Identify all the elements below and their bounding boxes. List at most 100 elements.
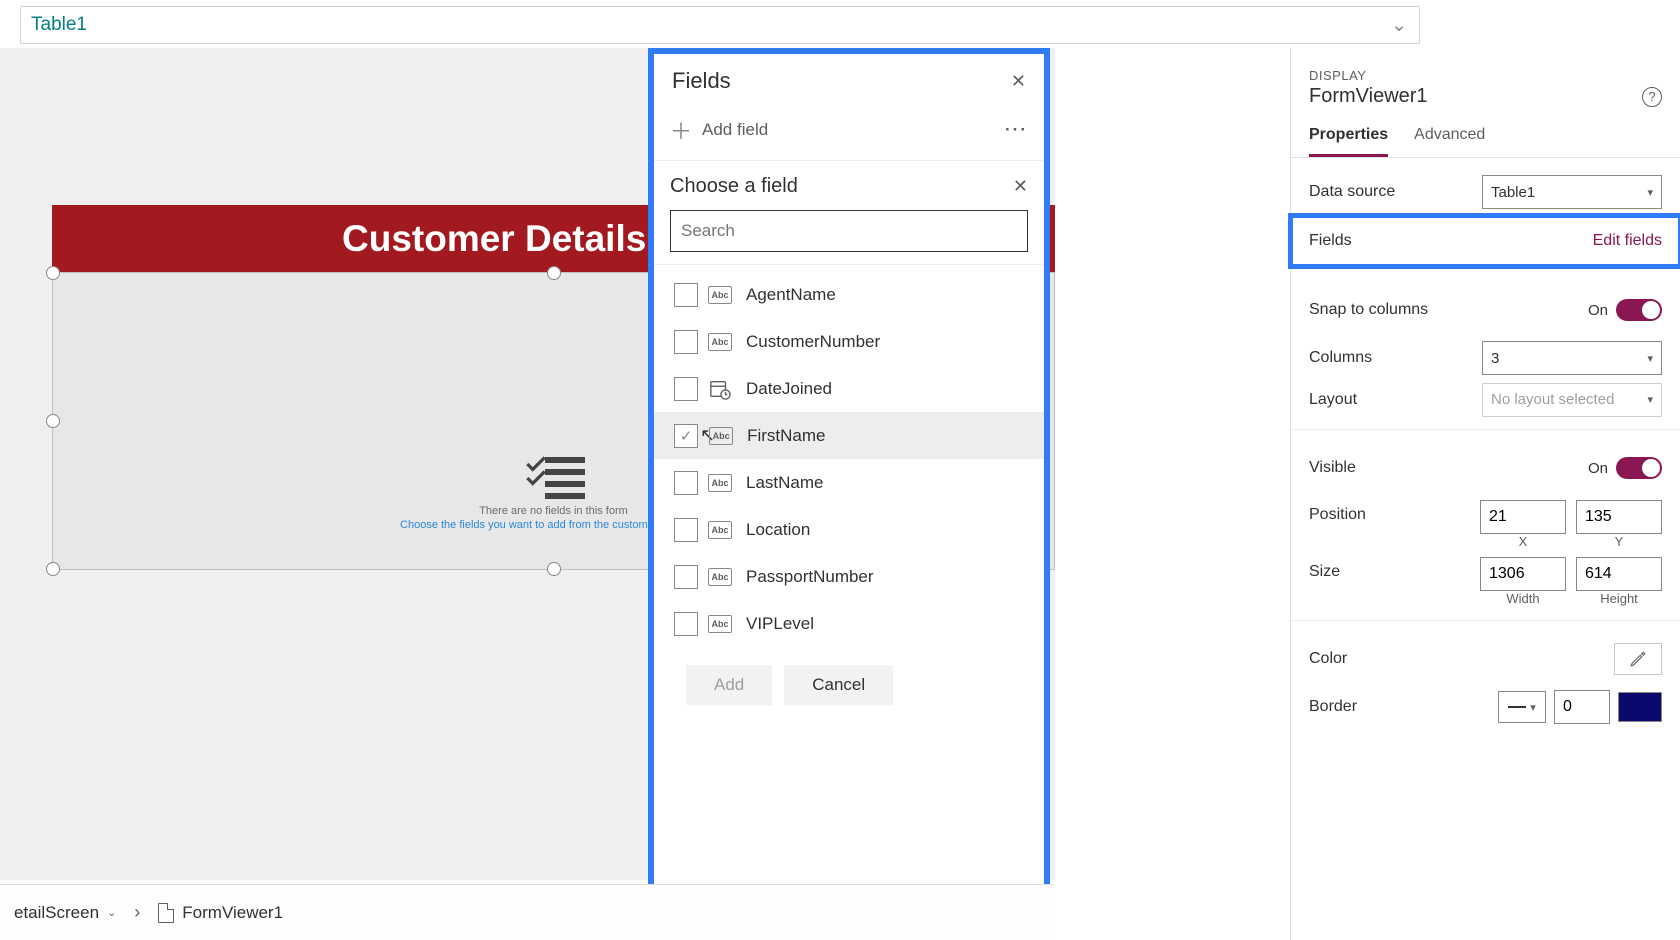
checkbox[interactable]	[674, 283, 698, 307]
border-width-input[interactable]	[1554, 690, 1610, 724]
size-w-label: Width	[1480, 591, 1566, 606]
field-row-customernumber[interactable]: AbcCustomerNumber	[654, 318, 1044, 365]
chevron-down-icon: ▾	[1530, 701, 1536, 714]
tab-advanced[interactable]: Advanced	[1414, 120, 1485, 157]
chevron-down-icon[interactable]: ⌄	[107, 906, 116, 919]
cancel-button[interactable]: Cancel	[784, 665, 893, 705]
field-row-datejoined[interactable]: DateJoined	[654, 365, 1044, 412]
border-color-swatch[interactable]	[1618, 692, 1662, 722]
columns-select[interactable]: 3 ▾	[1482, 341, 1662, 375]
field-label: Location	[746, 520, 810, 540]
field-label: AgentName	[746, 285, 836, 305]
help-icon[interactable]: ?	[1642, 87, 1662, 107]
field-label: LastName	[746, 473, 823, 493]
file-icon	[158, 903, 174, 923]
choose-field-popup: Choose a field ✕ Abc AgentName AbcCustomer…	[654, 161, 1044, 723]
text-type-icon: Abc	[708, 333, 732, 351]
field-row-location[interactable]: Abc Location	[654, 506, 1044, 553]
field-row-passportnumber[interactable]: Abc PassportNumber	[654, 553, 1044, 600]
size-label: Size	[1309, 557, 1340, 581]
color-picker[interactable]	[1614, 643, 1662, 675]
field-row-firstname[interactable]: ✓↖AbcFirstName	[654, 412, 1044, 459]
text-type-icon: Abc	[708, 521, 732, 539]
selection-handle[interactable]	[46, 266, 60, 280]
position-y-label: Y	[1576, 534, 1662, 549]
plus-icon: ＋	[670, 114, 692, 146]
layout-value: No layout selected	[1491, 391, 1614, 408]
add-field-label: Add field	[702, 120, 768, 140]
properties-panel: DISPLAY FormViewer1 ? Properties Advance…	[1290, 48, 1680, 940]
selection-handle[interactable]	[547, 266, 561, 280]
size-h-label: Height	[1576, 591, 1662, 606]
section-label: DISPLAY	[1291, 48, 1680, 85]
selection-handle[interactable]	[547, 562, 561, 576]
text-type-icon: Abc	[708, 286, 732, 304]
selection-handle[interactable]	[46, 414, 60, 428]
checkbox[interactable]	[674, 565, 698, 589]
datasource-value: Table1	[1491, 184, 1535, 201]
fields-panel: Fields ✕ ＋ Add field ··· Choose a field …	[648, 48, 1050, 940]
more-icon[interactable]: ···	[1005, 120, 1028, 140]
formula-bar[interactable]: Table1 ⌄	[20, 6, 1420, 44]
visible-label: Visible	[1309, 459, 1356, 477]
position-label: Position	[1309, 500, 1366, 524]
text-type-icon: Abc	[708, 568, 732, 586]
field-label: FirstName	[747, 426, 825, 446]
text-type-icon: Abc	[709, 427, 733, 445]
control-name: FormViewer1	[1309, 85, 1428, 108]
checkbox[interactable]	[674, 330, 698, 354]
columns-value: 3	[1491, 350, 1499, 367]
formula-value: Table1	[31, 14, 87, 36]
color-label: Color	[1309, 650, 1347, 668]
close-icon[interactable]: ✕	[1013, 176, 1028, 197]
tab-properties[interactable]: Properties	[1309, 120, 1388, 157]
border-style-select[interactable]: ▾	[1498, 691, 1546, 723]
snap-label: Snap to columns	[1309, 301, 1428, 319]
visible-toggle[interactable]	[1616, 457, 1662, 479]
position-x-label: X	[1480, 534, 1566, 549]
datasource-select[interactable]: Table1 ▾	[1482, 175, 1662, 209]
chevron-down-icon[interactable]: ⌄	[1391, 14, 1407, 37]
field-label: VIPLevel	[746, 614, 814, 634]
chevron-down-icon: ▾	[1647, 352, 1653, 365]
snap-toggle[interactable]	[1616, 299, 1662, 321]
size-h-input[interactable]	[1576, 557, 1662, 591]
selection-handle[interactable]	[46, 562, 60, 576]
checkbox[interactable]	[674, 612, 698, 636]
field-label: PassportNumber	[746, 567, 874, 587]
chevron-down-icon: ▾	[1647, 393, 1653, 406]
position-x-input[interactable]	[1480, 500, 1566, 534]
field-row-agentname[interactable]: Abc AgentName	[654, 271, 1044, 318]
date-icon	[708, 380, 732, 398]
field-row-viplevel[interactable]: Abc VIPLevel	[654, 600, 1044, 647]
divider	[654, 264, 1044, 265]
form-title: Customer Details	[342, 218, 646, 260]
field-list: Abc AgentName AbcCustomerNumber DateJoined ✓…	[654, 271, 1044, 647]
crumb-screen[interactable]: etailScreen ⌄	[0, 903, 130, 923]
fields-label: Fields	[1309, 232, 1352, 250]
snap-value: On	[1588, 302, 1608, 319]
size-w-input[interactable]	[1480, 557, 1566, 591]
checkbox[interactable]: ✓	[674, 424, 698, 448]
checkbox[interactable]	[674, 518, 698, 542]
add-button[interactable]: Add	[686, 665, 772, 705]
field-row-lastname[interactable]: Abc LastName	[654, 459, 1044, 506]
choose-title: Choose a field	[670, 175, 798, 198]
chevron-down-icon: ▾	[1647, 186, 1653, 199]
text-type-icon: Abc	[708, 615, 732, 633]
crumb-control[interactable]: FormViewer1	[144, 903, 297, 923]
search-input[interactable]	[670, 210, 1028, 252]
columns-label: Columns	[1309, 349, 1372, 367]
border-label: Border	[1309, 698, 1357, 716]
position-y-input[interactable]	[1576, 500, 1662, 534]
checkbox[interactable]	[674, 377, 698, 401]
visible-value: On	[1588, 460, 1608, 477]
breadcrumb-separator: ›	[130, 902, 144, 923]
field-label: DateJoined	[746, 379, 832, 399]
edit-fields-link[interactable]: Edit fields	[1593, 232, 1662, 250]
checkbox[interactable]	[674, 471, 698, 495]
text-type-icon: Abc	[708, 474, 732, 492]
layout-select[interactable]: No layout selected ▾	[1482, 383, 1662, 417]
close-icon[interactable]: ✕	[1011, 71, 1026, 92]
add-field-row[interactable]: ＋ Add field ···	[654, 106, 1044, 161]
